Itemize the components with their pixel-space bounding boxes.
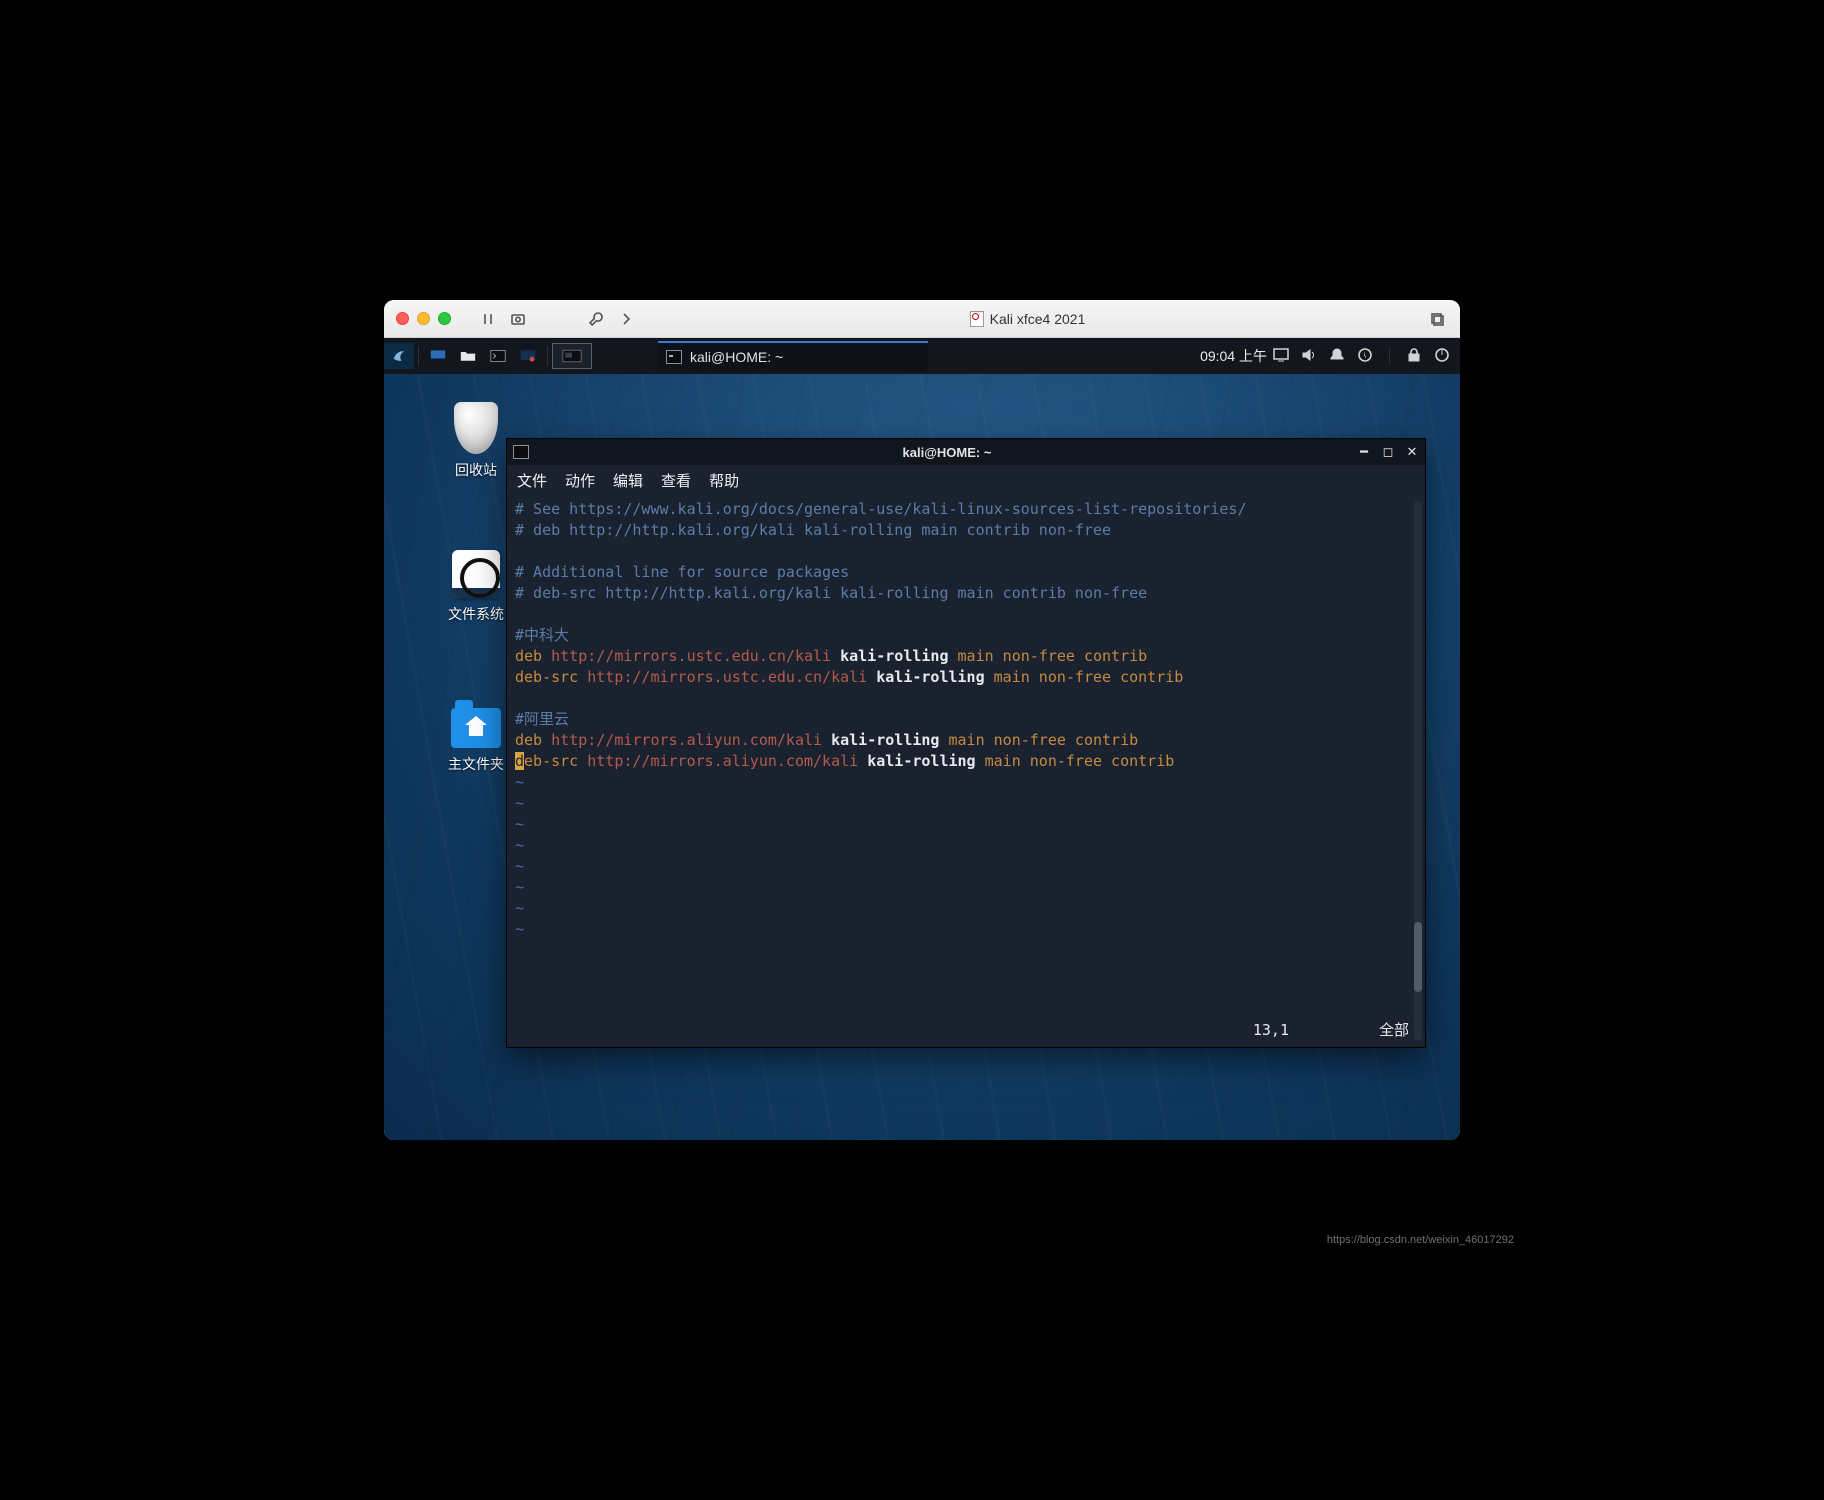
vm-doc-icon (970, 311, 984, 327)
menu-view[interactable]: 查看 (661, 470, 691, 491)
desktop-trash-icon[interactable]: 回收站 (438, 402, 514, 480)
terminal-scrollbar[interactable] (1414, 501, 1422, 1041)
status-position: 13,1 (1253, 1020, 1289, 1041)
terminal-title-text: kali@HOME: ~ (537, 445, 1357, 460)
zoom-button[interactable] (438, 312, 451, 325)
stage: Kali xfce4 2021 (304, 250, 1520, 1250)
volume-icon[interactable] (1301, 347, 1317, 366)
power-icon[interactable] (1357, 347, 1373, 366)
terminal-body[interactable]: # See https://www.kali.org/docs/general-… (507, 495, 1425, 1047)
window-maximize-icon[interactable]: ◻ (1381, 445, 1395, 459)
host-title-text: Kali xfce4 2021 (990, 311, 1086, 327)
trash-label: 回收站 (438, 460, 514, 480)
panel-clock[interactable]: 09:04 上午 (1200, 346, 1273, 366)
lock-icon[interactable] (1406, 347, 1422, 366)
disk-icon (452, 550, 500, 598)
forward-icon[interactable] (615, 308, 637, 330)
editor-statusbar: . 13,1 全部 (523, 1020, 1409, 1041)
display-icon[interactable] (1273, 347, 1289, 366)
show-desktop-icon[interactable] (423, 343, 453, 369)
app-menu-icon[interactable] (384, 343, 414, 369)
task-label: kali@HOME: ~ (690, 349, 783, 365)
record-icon[interactable] (513, 343, 543, 369)
snapshot-icon[interactable] (507, 308, 529, 330)
terminal-menubar: 文件 动作 编辑 查看 帮助 (507, 465, 1425, 495)
terminal-titlebar[interactable]: kali@HOME: ~ ━ ◻ ✕ (507, 439, 1425, 465)
desktop-filesystem-icon[interactable]: 文件系统 (438, 550, 514, 624)
window-close-icon[interactable]: ✕ (1405, 445, 1419, 459)
workspace-switcher-icon[interactable] (552, 343, 592, 369)
minimize-button[interactable] (417, 312, 430, 325)
watermark-text: https://blog.csdn.net/weixin_46017292 (1327, 1234, 1514, 1246)
terminal-icon (666, 350, 682, 364)
menu-help[interactable]: 帮助 (709, 470, 739, 491)
traffic-lights (396, 312, 451, 325)
editor-cursor: d (515, 752, 524, 770)
pause-icon[interactable] (477, 308, 499, 330)
system-tray (1273, 347, 1460, 366)
trash-icon (454, 402, 498, 454)
home-label: 主文件夹 (438, 754, 514, 774)
host-window: Kali xfce4 2021 (384, 300, 1460, 1140)
logout-icon[interactable] (1434, 347, 1450, 366)
desktop-home-icon[interactable]: 主文件夹 (438, 708, 514, 774)
terminal-window: kali@HOME: ~ ━ ◻ ✕ 文件 动作 编辑 查看 帮助 # See … (506, 438, 1426, 1048)
terminal-launcher-icon[interactable] (483, 343, 513, 369)
taskbar-terminal-task[interactable]: kali@HOME: ~ (658, 341, 928, 371)
wrench-icon[interactable] (585, 308, 607, 330)
xfce-panel: kali@HOME: ~ 09:04 上午 (384, 338, 1460, 374)
window-stack-icon[interactable] (1426, 308, 1448, 330)
host-title: Kali xfce4 2021 (645, 311, 1410, 327)
menu-action[interactable]: 动作 (565, 470, 595, 491)
vm-desktop: kali@HOME: ~ 09:04 上午 回收站 (384, 338, 1460, 1140)
window-minimize-icon[interactable]: ━ (1357, 445, 1371, 459)
menu-edit[interactable]: 编辑 (613, 470, 643, 491)
home-folder-icon (451, 708, 501, 748)
editor-content: # See https://www.kali.org/docs/general-… (515, 499, 1417, 940)
status-all: 全部 (1379, 1020, 1409, 1041)
fs-label: 文件系统 (438, 604, 514, 624)
terminal-icon (513, 445, 529, 459)
notification-bell-icon[interactable] (1329, 347, 1345, 366)
host-titlebar: Kali xfce4 2021 (384, 300, 1460, 338)
menu-file[interactable]: 文件 (517, 470, 547, 491)
close-button[interactable] (396, 312, 409, 325)
scrollbar-thumb[interactable] (1414, 922, 1422, 992)
files-icon[interactable] (453, 343, 483, 369)
